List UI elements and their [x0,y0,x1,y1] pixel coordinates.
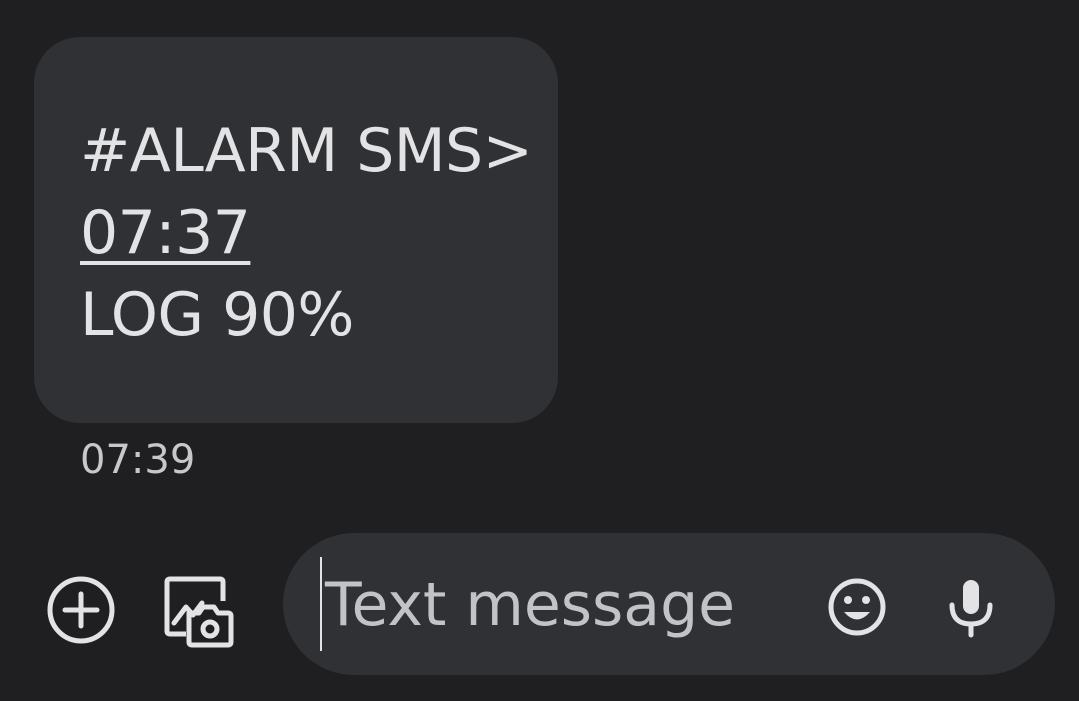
conversation-screen: #ALARM SMS> 07:37 LOG 90% 07:39 Text mes… [0,0,1079,701]
text-cursor [320,557,322,651]
message-line-3: LOG 90% [80,280,354,350]
gallery-camera-icon [164,576,234,648]
emoji-button[interactable] [825,575,889,639]
compose-bar: Text message [0,533,1079,675]
received-message-bubble[interactable]: #ALARM SMS> 07:37 LOG 90% [34,37,558,423]
message-input[interactable]: Text message [283,533,1055,675]
add-circle-icon [47,576,115,644]
message-line-1: #ALARM SMS> [80,116,533,186]
emoji-icon [828,578,886,636]
voice-input-button[interactable] [943,575,999,639]
message-time-link[interactable]: 07:37 [80,198,251,268]
microphone-icon [949,580,993,638]
message-timestamp: 07:39 [80,437,196,483]
gallery-button[interactable] [162,573,238,649]
message-input-placeholder: Text message [325,570,736,640]
add-attachment-button[interactable] [44,573,118,647]
